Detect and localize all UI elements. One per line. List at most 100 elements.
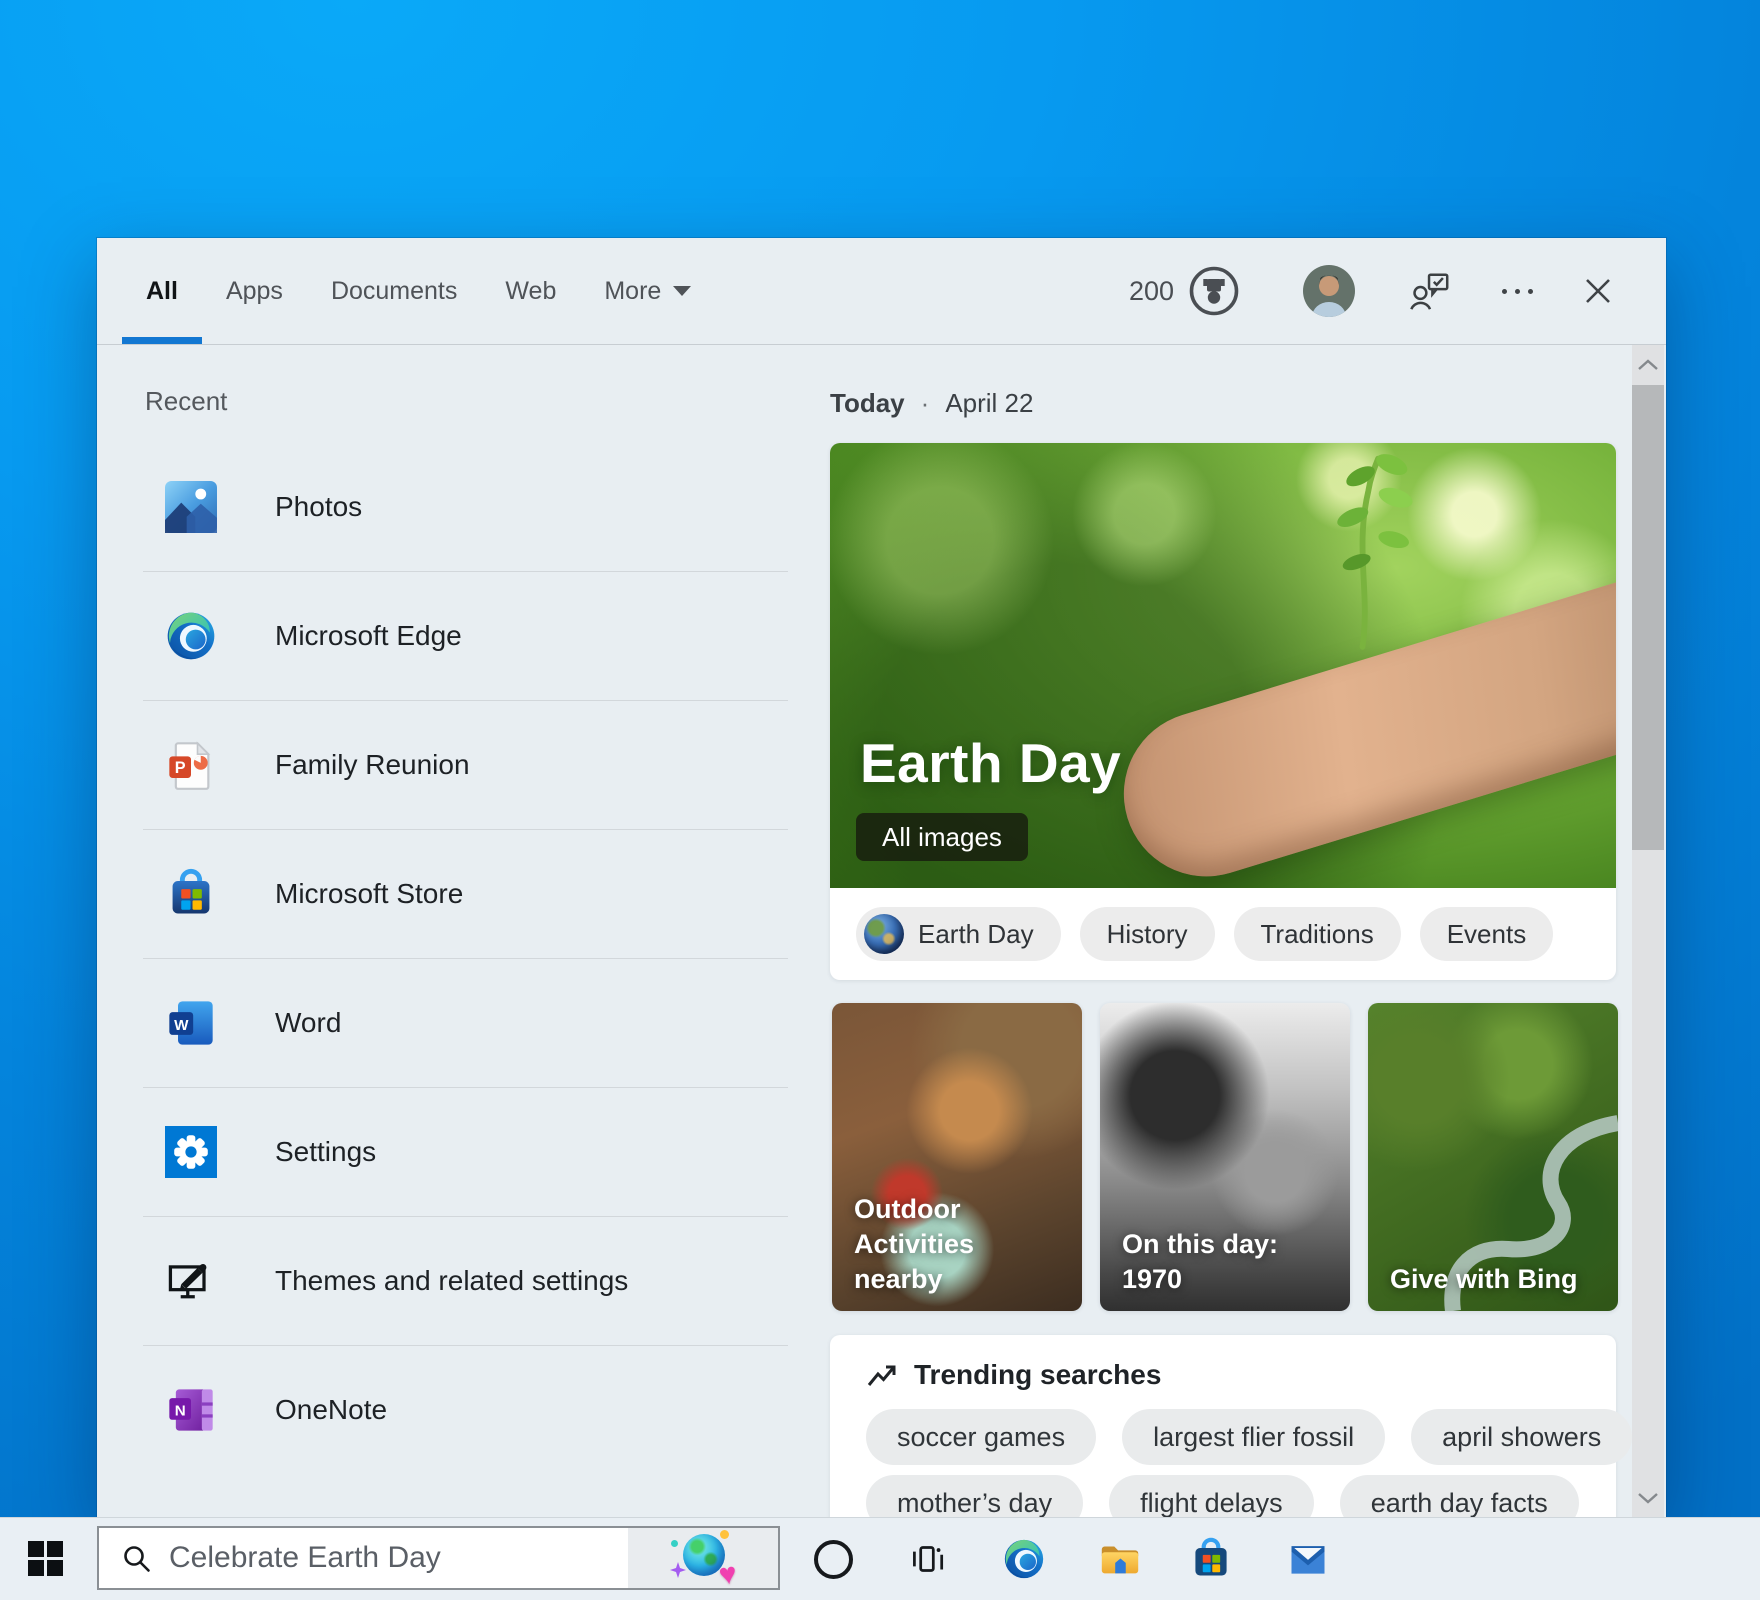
- tab-documents[interactable]: Documents: [307, 238, 481, 344]
- store-icon: [163, 866, 219, 922]
- recent-item-family-reunion[interactable]: P Family Reunion: [143, 701, 788, 830]
- close-icon: [1583, 276, 1613, 306]
- recent-item-themes[interactable]: Themes and related settings: [143, 1217, 788, 1346]
- chip-history[interactable]: History: [1080, 907, 1215, 961]
- earth-day-emoji-icon: ♥: [671, 1530, 735, 1586]
- trending-chip-label: april showers: [1442, 1422, 1601, 1453]
- more-options-button[interactable]: [1495, 269, 1539, 313]
- recent-item-label: OneNote: [275, 1394, 387, 1426]
- trending-chip-label: largest flier fossil: [1153, 1422, 1354, 1453]
- heart-icon: ♥: [717, 1559, 739, 1591]
- recent-item-photos[interactable]: Photos: [143, 443, 788, 572]
- trending-row-1: soccer games largest flier fossil april …: [866, 1409, 1632, 1465]
- taskbar: Celebrate Earth Day ♥: [0, 1517, 1760, 1600]
- scrollbar-thumb[interactable]: [1632, 385, 1664, 850]
- edge-icon: [1001, 1536, 1047, 1582]
- trending-chip-label: soccer games: [897, 1422, 1065, 1453]
- cortana-button[interactable]: [809, 1535, 857, 1583]
- header-actions: 200: [1129, 238, 1614, 344]
- card-on-this-day[interactable]: On this day: 1970: [1100, 1003, 1350, 1311]
- trending-chip-soccer-games[interactable]: soccer games: [866, 1409, 1096, 1465]
- mail-button[interactable]: [1284, 1535, 1332, 1583]
- file-explorer-button[interactable]: [1096, 1535, 1144, 1583]
- recent-list: Photos: [143, 443, 788, 1474]
- taskbar-store-button[interactable]: [1187, 1535, 1235, 1583]
- search-window: All Apps Documents Web More: [97, 238, 1666, 1518]
- powerpoint-document-icon: P: [163, 737, 219, 793]
- task-view-button[interactable]: [903, 1535, 951, 1583]
- tab-web[interactable]: Web: [481, 238, 580, 344]
- recent-item-label: Photos: [275, 491, 362, 523]
- tab-web-label: Web: [505, 277, 556, 306]
- feedback-button[interactable]: [1407, 268, 1453, 314]
- hero-chip-row: Earth Day History Traditions Events: [830, 888, 1616, 980]
- recent-item-label: Settings: [275, 1136, 376, 1168]
- word-icon: W: [163, 995, 219, 1051]
- recent-item-edge[interactable]: Microsoft Edge: [143, 572, 788, 701]
- tab-all[interactable]: All: [122, 238, 202, 344]
- chip-label: Earth Day: [918, 919, 1034, 950]
- recent-item-label: Family Reunion: [275, 749, 470, 781]
- taskbar-search-box[interactable]: Celebrate Earth Day ♥: [97, 1526, 780, 1590]
- trending-chip-largest-flier-fossil[interactable]: largest flier fossil: [1122, 1409, 1385, 1465]
- trending-title: Trending searches: [914, 1359, 1161, 1391]
- chevron-down-icon: [1637, 1492, 1659, 1504]
- trending-chip-earth-day-facts[interactable]: earth day facts: [1340, 1475, 1579, 1518]
- tab-more[interactable]: More: [580, 238, 715, 344]
- chip-label: Traditions: [1261, 919, 1374, 950]
- trending-chip-label: flight delays: [1140, 1488, 1283, 1519]
- close-button[interactable]: [1582, 269, 1614, 313]
- chip-traditions[interactable]: Traditions: [1234, 907, 1401, 961]
- recent-item-label: Themes and related settings: [275, 1265, 628, 1297]
- all-images-button[interactable]: All images: [856, 813, 1028, 861]
- today-date: April 22: [945, 388, 1033, 419]
- tab-apps[interactable]: Apps: [202, 238, 307, 344]
- trending-chip-mothers-day[interactable]: mother’s day: [866, 1475, 1083, 1518]
- cortana-icon: [814, 1540, 853, 1579]
- trending-up-icon: [866, 1361, 898, 1389]
- trending-header: Trending searches: [866, 1359, 1161, 1391]
- trending-chip-flight-delays[interactable]: flight delays: [1109, 1475, 1314, 1518]
- chip-label: Events: [1447, 919, 1527, 950]
- recent-item-microsoft-store[interactable]: Microsoft Store: [143, 830, 788, 959]
- trending-searches-card: Trending searches soccer games largest f…: [830, 1335, 1616, 1518]
- hero-sprout-art: [1278, 447, 1451, 652]
- chevron-down-icon: [673, 286, 691, 296]
- user-avatar[interactable]: [1303, 265, 1355, 317]
- card-outdoor-activities[interactable]: Outdoor Activities nearby: [832, 1003, 1082, 1311]
- today-label: Today: [830, 388, 905, 419]
- file-explorer-icon: [1097, 1536, 1143, 1582]
- svg-text:N: N: [175, 1402, 186, 1419]
- recent-item-word[interactable]: W Word: [143, 959, 788, 1088]
- recent-item-label: Microsoft Edge: [275, 620, 462, 652]
- onenote-icon: N: [163, 1382, 219, 1438]
- tab-more-label: More: [604, 277, 661, 306]
- store-icon: [1189, 1537, 1233, 1581]
- mail-icon: [1286, 1537, 1330, 1581]
- today-separator: ·: [921, 388, 930, 419]
- search-input-text: Celebrate Earth Day: [169, 1541, 441, 1575]
- scrollbar-down-button[interactable]: [1632, 1478, 1664, 1518]
- card-title: Give with Bing: [1390, 1262, 1602, 1297]
- taskbar-edge-button[interactable]: [1000, 1535, 1048, 1583]
- windows-logo-icon: [28, 1541, 44, 1557]
- sparkle-icon: [670, 1562, 686, 1578]
- rewards-button[interactable]: 200: [1129, 265, 1240, 317]
- search-highlight-panel[interactable]: ♥: [628, 1528, 778, 1588]
- scrollbar-up-button[interactable]: [1632, 345, 1664, 385]
- chip-earth-day[interactable]: Earth Day: [856, 907, 1061, 961]
- earth-day-hero-image[interactable]: Earth Day All images: [830, 443, 1616, 888]
- photos-icon: [163, 479, 219, 535]
- trending-chip-april-showers[interactable]: april showers: [1411, 1409, 1632, 1465]
- chip-events[interactable]: Events: [1420, 907, 1554, 961]
- chevron-up-icon: [1637, 359, 1659, 371]
- tab-documents-label: Documents: [331, 277, 457, 306]
- recent-item-settings[interactable]: Settings: [143, 1088, 788, 1217]
- card-give-with-bing[interactable]: Give with Bing: [1368, 1003, 1618, 1311]
- chip-label: History: [1107, 919, 1188, 950]
- hero-title: Earth Day: [860, 731, 1121, 795]
- scrollbar[interactable]: [1632, 345, 1664, 1518]
- task-view-icon: [906, 1538, 948, 1580]
- start-button[interactable]: [28, 1541, 64, 1577]
- recent-item-onenote[interactable]: N OneNote: [143, 1346, 788, 1474]
